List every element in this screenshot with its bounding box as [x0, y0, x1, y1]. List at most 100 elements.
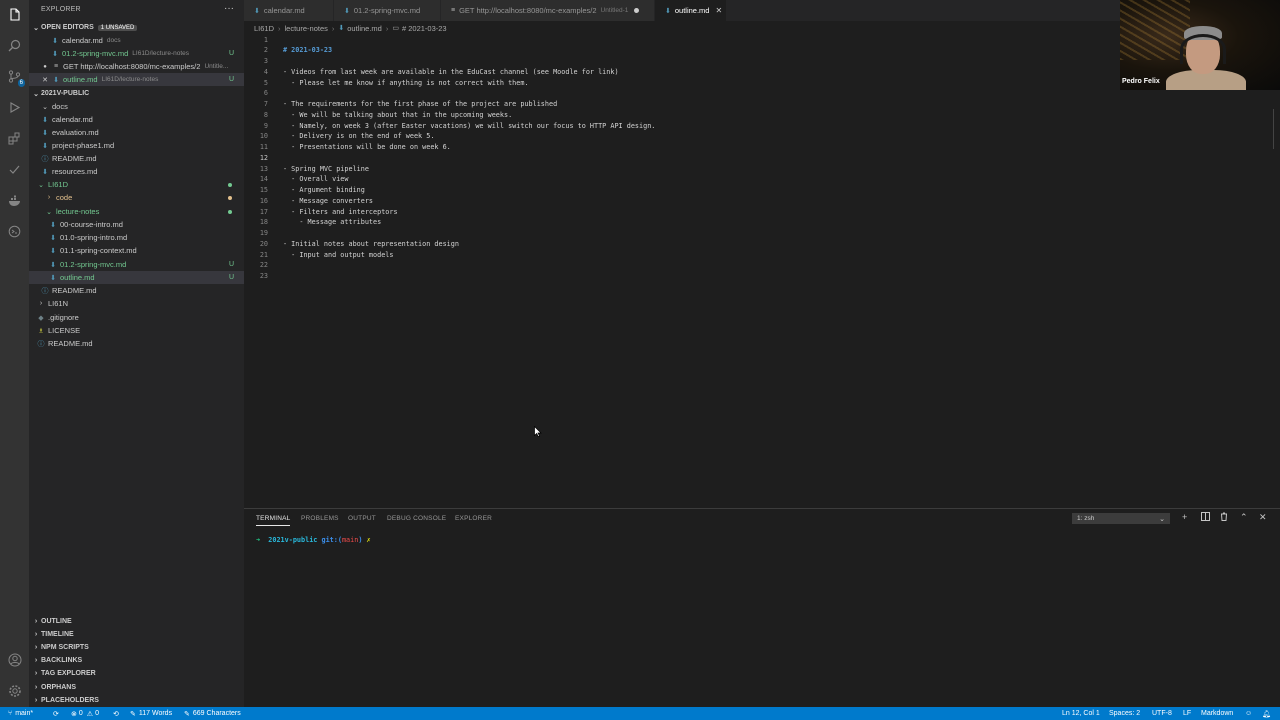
tab-explorer[interactable]: EXPLORER	[455, 515, 492, 522]
tree-file-selected[interactable]: ⬇ outline.md U	[29, 271, 244, 284]
open-editors-header[interactable]: ⌄ OPEN EDITORS 1 UNSAVED	[29, 21, 244, 34]
end-of-line[interactable]: LF	[1183, 707, 1191, 720]
code-line[interactable]: 17 - Filters and interceptors	[244, 206, 1274, 217]
tree-file[interactable]: ⬇ evaluation.md	[29, 126, 244, 139]
tree-file[interactable]: ⬇ 00-course-intro.md	[29, 218, 244, 231]
tab-output[interactable]: OUTPUT	[348, 515, 376, 522]
breadcrumb-item[interactable]: LI61D	[254, 24, 274, 33]
section-label: OUTLINE	[41, 618, 72, 625]
tree-file[interactable]: ⬇ 01.0-spring-intro.md	[29, 231, 244, 244]
code-line[interactable]: 21 - Input and output models	[244, 249, 1274, 260]
feedback-icon[interactable]: ☺	[1245, 707, 1252, 720]
code-line[interactable]: 13 - Spring MVC pipeline	[244, 163, 1274, 174]
source-control-icon[interactable]: 6	[6, 68, 25, 87]
open-editor-item[interactable]: ⬇ 01.2-spring-mvc.md LI61D/lecture-notes…	[29, 47, 244, 60]
tab-problems[interactable]: PROBLEMS	[301, 515, 339, 522]
tree-folder[interactable]: ⌄ docs	[29, 100, 244, 113]
sync-icon[interactable]: ⟳	[53, 707, 59, 720]
trash-icon[interactable]	[1220, 512, 1228, 523]
tree-folder[interactable]: › code	[29, 191, 244, 204]
scrollbar[interactable]	[1273, 109, 1274, 149]
tab-outline[interactable]: ⬇ outline.md ✕	[655, 0, 727, 21]
code-line[interactable]: 10 - Delivery is on the end of week 5.	[244, 131, 1274, 142]
placeholders-section[interactable]: › PLACEHOLDERS	[29, 694, 244, 707]
tree-file[interactable]: ⬇ project-phase1.md	[29, 139, 244, 152]
open-editor-item[interactable]: ● ≡ GET http://localhost:8080/mc-example…	[29, 60, 244, 73]
code-line[interactable]: 11 - Presentations will be done on week …	[244, 142, 1274, 153]
encoding[interactable]: UTF-8	[1152, 707, 1172, 720]
tab-terminal[interactable]: TERMINAL	[256, 515, 291, 526]
tree-file[interactable]: ⬇ 01.2-spring-mvc.md U	[29, 258, 244, 271]
branch-indicator[interactable]: ⑂ main*	[8, 707, 33, 720]
orphans-section[interactable]: › ORPHANS	[29, 681, 244, 694]
open-editor-item-active[interactable]: ✕ ⬇ outline.md LI61D/lecture-notes U	[29, 73, 244, 86]
timeline-section[interactable]: › TIMELINE	[29, 628, 244, 641]
tab-debug-console[interactable]: DEBUG CONSOLE	[387, 515, 446, 522]
code-line[interactable]: 19	[244, 228, 1274, 239]
testing-icon[interactable]	[6, 161, 23, 178]
extensions-icon[interactable]	[6, 130, 23, 147]
word-count[interactable]: ✎ 117 Words	[130, 707, 172, 720]
search-icon[interactable]	[6, 37, 23, 54]
code-line[interactable]: 7 - The requirements for the first phase …	[244, 99, 1274, 110]
run-debug-icon[interactable]	[6, 99, 23, 116]
code-line[interactable]: 22	[244, 260, 1274, 271]
code-line[interactable]: 9 - Namely, on week 3 (after Easter vaca…	[244, 120, 1274, 131]
git-icon: ◆	[38, 314, 44, 322]
npm-scripts-section[interactable]: › NPM SCRIPTS	[29, 641, 244, 654]
tree-file[interactable]: ⓘ README.md	[29, 337, 244, 350]
terminal-prompt[interactable]: ➜ 2021v-public git:(main) ✗	[256, 536, 371, 544]
code-line[interactable]: 16 - Message converters	[244, 195, 1274, 206]
tree-file[interactable]: ⓘ README.md	[29, 152, 244, 165]
tree-folder[interactable]: › LI61N	[29, 297, 244, 310]
outline-section[interactable]: › OUTLINE	[29, 615, 244, 628]
tab-spring-mvc[interactable]: ⬇ 01.2-spring-mvc.md	[334, 0, 441, 21]
bell-icon[interactable]: 🔔︎	[1262, 707, 1271, 720]
history-icon[interactable]: ⟲	[113, 707, 119, 720]
split-terminal-icon[interactable]	[1201, 512, 1210, 523]
code-line[interactable]: 15 - Argument binding	[244, 185, 1274, 196]
workspace-folder-header[interactable]: ⌄ 2021V-PUBLIC	[29, 87, 244, 100]
docker-icon[interactable]	[6, 192, 23, 209]
code-line[interactable]: 8 - We will be talking about that in the…	[244, 109, 1274, 120]
breadcrumb-item[interactable]: # 2021-03-23	[402, 24, 447, 33]
code-line[interactable]: 18 - Message attributes	[244, 217, 1274, 228]
close-icon[interactable]: ✕	[41, 76, 49, 84]
problems-indicator[interactable]: ⊗ 0 ⚠ 0	[71, 707, 99, 720]
files-icon[interactable]	[6, 6, 23, 23]
code-line[interactable]: 12	[244, 152, 1274, 163]
tree-file[interactable]: ⓘ README.md	[29, 284, 244, 297]
editor-area[interactable]: 1 2 # 2021-03-23 3 4- Videos from last week …	[244, 34, 1280, 508]
language-mode[interactable]: Markdown	[1201, 707, 1233, 720]
more-actions-icon[interactable]: ···	[224, 3, 234, 14]
tree-file[interactable]: ⬇ 01.1-spring-context.md	[29, 244, 244, 257]
section-label: PLACEHOLDERS	[41, 697, 99, 704]
tab-http-request[interactable]: ≡ GET http://localhost:8080/mc-examples/…	[441, 0, 655, 21]
maximize-panel-icon[interactable]: ⌃	[1240, 512, 1248, 523]
close-icon[interactable]: ✕	[715, 6, 722, 15]
account-icon[interactable]	[6, 651, 23, 668]
tree-file[interactable]: ⬇ calendar.md	[29, 113, 244, 126]
tab-calendar[interactable]: ⬇ calendar.md	[244, 0, 334, 21]
terminal-select[interactable]: 1: zsh ⌄	[1072, 513, 1170, 524]
backlinks-section[interactable]: › BACKLINKS	[29, 654, 244, 667]
tree-folder[interactable]: ⌄ LI61D	[29, 178, 244, 191]
code-line[interactable]: 14 - Overall view	[244, 174, 1274, 185]
remote-icon[interactable]	[6, 223, 23, 240]
code-line[interactable]: 23	[244, 271, 1274, 282]
tree-file[interactable]: ⬇ resources.md	[29, 165, 244, 178]
settings-gear-icon[interactable]	[6, 682, 23, 699]
open-editor-item[interactable]: ⬇ calendar.md docs	[29, 34, 244, 47]
close-panel-icon[interactable]: ✕	[1259, 512, 1267, 523]
new-terminal-icon[interactable]: +	[1182, 512, 1187, 522]
tree-folder[interactable]: ⌄ lecture-notes	[29, 205, 244, 218]
breadcrumb-item[interactable]: lecture-notes	[285, 24, 328, 33]
cursor-position[interactable]: Ln 12, Col 1	[1062, 707, 1100, 720]
tag-explorer-section[interactable]: › TAG EXPLORER	[29, 667, 244, 680]
char-count[interactable]: ✎ 669 Characters	[184, 707, 241, 720]
code-line[interactable]: 20 - Initial notes about representation d…	[244, 238, 1274, 249]
indentation[interactable]: Spaces: 2	[1109, 707, 1140, 720]
tree-file[interactable]: ◆ .gitignore	[29, 311, 244, 324]
tree-file[interactable]: ♗ LICENSE	[29, 324, 244, 337]
breadcrumb-item[interactable]: outline.md	[347, 24, 382, 33]
